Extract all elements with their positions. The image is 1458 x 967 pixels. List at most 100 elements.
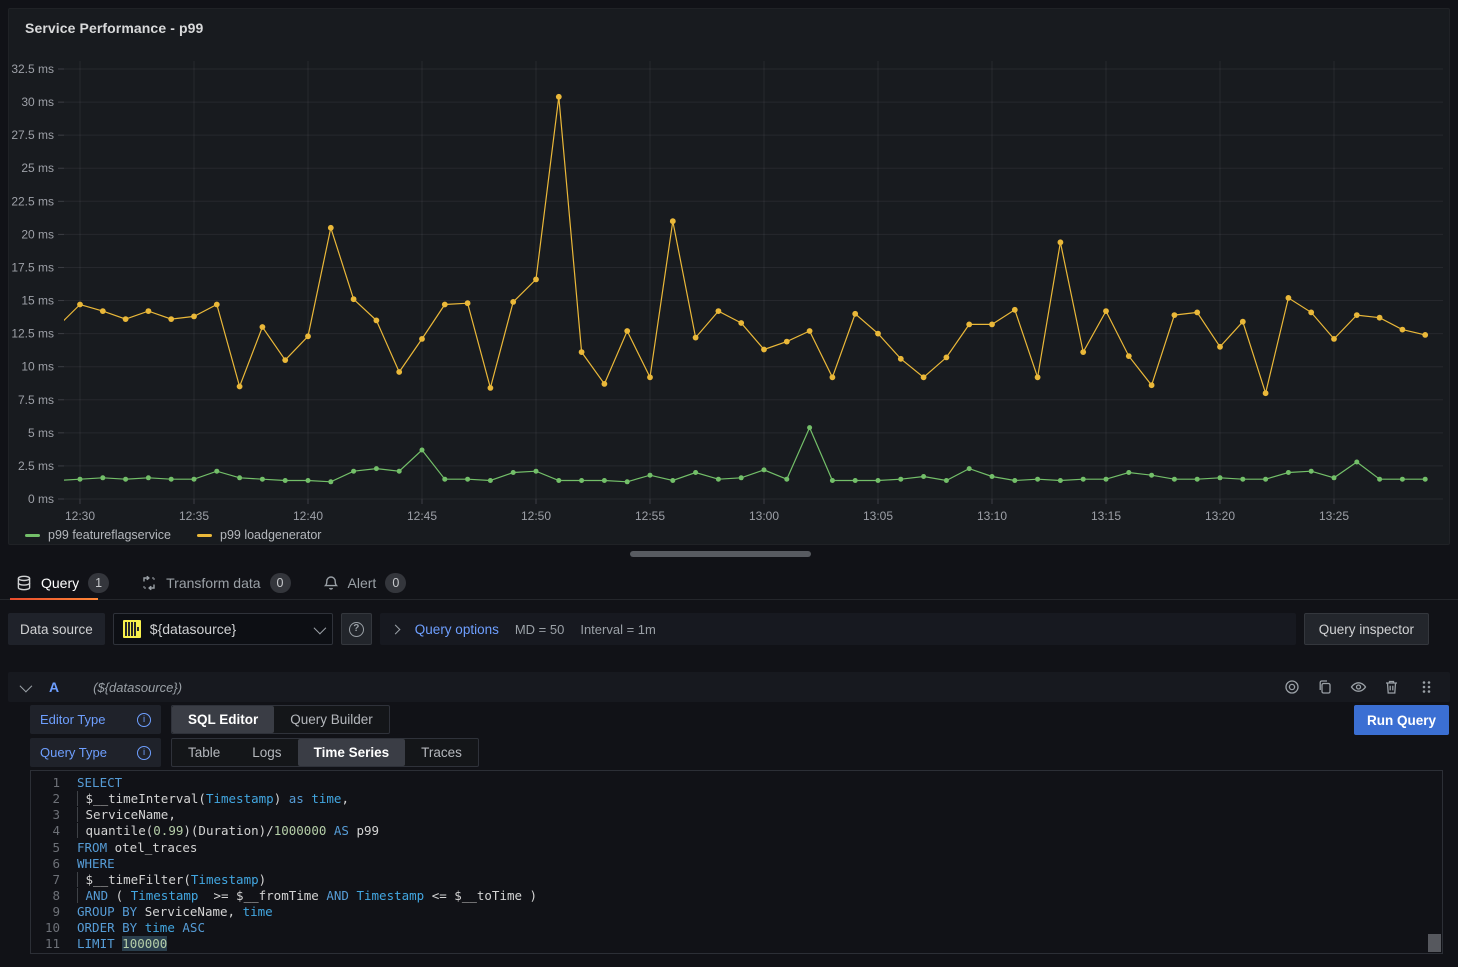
tab-alert-count: 0 xyxy=(385,573,406,593)
line-number: 2 xyxy=(31,791,77,807)
svg-text:32.5 ms: 32.5 ms xyxy=(11,62,54,76)
editor-type-row: Editor Type i SQL Editor Query Builder xyxy=(30,705,390,734)
svg-text:15 ms: 15 ms xyxy=(21,294,54,308)
svg-text:13:10: 13:10 xyxy=(977,509,1007,523)
code-line: 11LIMIT 100000 xyxy=(31,936,1442,952)
query-type-table[interactable]: Table xyxy=(172,739,236,766)
line-number: 1 xyxy=(31,775,77,791)
legend-item[interactable]: p99 loadgenerator xyxy=(197,528,321,542)
svg-text:20 ms: 20 ms xyxy=(21,227,54,241)
question-circle-icon: ? xyxy=(349,622,364,637)
line-number: 7 xyxy=(31,872,77,888)
line-number: 6 xyxy=(31,856,77,872)
svg-text:13:20: 13:20 xyxy=(1205,509,1235,523)
hide-response-eye-icon[interactable] xyxy=(1350,679,1367,695)
editor-type-sql-editor[interactable]: SQL Editor xyxy=(172,706,274,733)
editor-scrollbar[interactable] xyxy=(1428,934,1441,952)
query-type-label: Query Type i xyxy=(30,738,161,767)
svg-text:13:25: 13:25 xyxy=(1319,509,1349,523)
svg-text:27.5 ms: 27.5 ms xyxy=(11,128,54,142)
query-toolbar: Data source ${datasource} ? Query option… xyxy=(0,613,1458,645)
svg-text:10 ms: 10 ms xyxy=(21,360,54,374)
svg-text:0 ms: 0 ms xyxy=(28,492,54,506)
sql-code-editor[interactable]: 1SELECT2 $__timeInterval(Timestamp) as t… xyxy=(30,770,1443,954)
tab-transform-data[interactable]: Transform data 0 xyxy=(141,566,290,600)
line-number: 9 xyxy=(31,904,77,920)
remove-query-trash-icon[interactable] xyxy=(1384,679,1399,695)
editor-type-query-builder[interactable]: Query Builder xyxy=(274,706,389,733)
timeseries-panel: Service Performance - p99 0 ms2.5 ms5 ms… xyxy=(8,8,1450,545)
query-datasource-hint: (${datasource}) xyxy=(93,680,182,695)
svg-text:12:45: 12:45 xyxy=(407,509,437,523)
svg-text:22.5 ms: 22.5 ms xyxy=(11,194,54,208)
editor-type-group: SQL Editor Query Builder xyxy=(171,705,390,734)
query-type-traces[interactable]: Traces xyxy=(405,739,478,766)
line-number: 10 xyxy=(31,920,77,936)
transform-icon xyxy=(141,575,157,591)
svg-text:12:50: 12:50 xyxy=(521,509,551,523)
datasource-help-button[interactable]: ? xyxy=(341,613,372,645)
svg-text:13:15: 13:15 xyxy=(1091,509,1121,523)
code-line: 10ORDER BY time ASC xyxy=(31,920,1442,936)
svg-text:17.5 ms: 17.5 ms xyxy=(11,260,54,274)
query-row-header[interactable]: A (${datasource}) xyxy=(8,672,1450,702)
tab-alert-label: Alert xyxy=(348,575,377,591)
chevron-down-icon xyxy=(313,621,326,634)
legend-item[interactable]: p99 featureflagservice xyxy=(25,528,171,542)
legend-swatch xyxy=(25,534,40,537)
code-line: 1SELECT xyxy=(31,775,1442,791)
svg-text:12:40: 12:40 xyxy=(293,509,323,523)
code-line: 9GROUP BY ServiceName, time xyxy=(31,904,1442,920)
info-icon[interactable]: i xyxy=(137,746,151,760)
bell-icon xyxy=(323,575,339,591)
code-line: 6WHERE xyxy=(31,856,1442,872)
line-number: 8 xyxy=(31,888,77,904)
datasource-label: Data source xyxy=(8,613,105,645)
datasource-picker[interactable]: ${datasource} xyxy=(113,613,333,645)
line-number: 4 xyxy=(31,823,77,839)
duplicate-query-icon[interactable] xyxy=(1317,679,1333,695)
timeseries-chart[interactable]: 0 ms2.5 ms5 ms7.5 ms10 ms12.5 ms15 ms17.… xyxy=(9,9,1449,544)
info-icon[interactable]: i xyxy=(137,713,151,727)
legend-label: p99 featureflagservice xyxy=(48,528,171,542)
drag-handle-icon[interactable] xyxy=(1420,679,1432,695)
horizontal-scrollbar[interactable] xyxy=(630,551,811,557)
tab-query[interactable]: Query 1 xyxy=(16,566,109,600)
code-line: 3 ServiceName, xyxy=(31,807,1442,823)
svg-text:12:30: 12:30 xyxy=(65,509,95,523)
query-options-toggle[interactable]: Query options MD = 50 Interval = 1m xyxy=(380,613,1296,645)
query-inspector-button[interactable]: Query inspector xyxy=(1304,613,1429,645)
run-query-button[interactable]: Run Query xyxy=(1354,705,1449,735)
collapse-chevron-icon[interactable] xyxy=(20,679,33,692)
panel-title: Service Performance - p99 xyxy=(25,20,203,36)
query-type-time-series[interactable]: Time Series xyxy=(298,739,406,766)
query-options-label: Query options xyxy=(415,622,499,637)
code-line: 2 $__timeInterval(Timestamp) as time, xyxy=(31,791,1442,807)
query-options-interval: Interval = 1m xyxy=(580,622,656,637)
panel-editor-tabs: Query 1 Transform data 0 Alert 0 xyxy=(0,566,1458,600)
database-icon xyxy=(16,575,32,591)
tab-alert[interactable]: Alert 0 xyxy=(323,566,407,600)
svg-text:7.5 ms: 7.5 ms xyxy=(18,393,54,407)
chevron-right-icon xyxy=(390,624,400,634)
svg-text:2.5 ms: 2.5 ms xyxy=(18,459,54,473)
line-number: 11 xyxy=(31,936,77,952)
tab-transform-label: Transform data xyxy=(166,575,260,591)
svg-text:12:55: 12:55 xyxy=(635,509,665,523)
line-number: 3 xyxy=(31,807,77,823)
query-ref-id: A xyxy=(49,679,59,695)
tab-transform-count: 0 xyxy=(270,573,291,593)
query-row-actions xyxy=(1284,679,1432,695)
disable-query-icon[interactable] xyxy=(1284,679,1300,695)
svg-text:13:05: 13:05 xyxy=(863,509,893,523)
line-number: 5 xyxy=(31,840,77,856)
tab-query-count: 1 xyxy=(88,573,109,593)
query-type-logs[interactable]: Logs xyxy=(236,739,297,766)
svg-text:12:35: 12:35 xyxy=(179,509,209,523)
svg-text:12.5 ms: 12.5 ms xyxy=(11,327,54,341)
query-options-md: MD = 50 xyxy=(515,622,565,637)
editor-type-label: Editor Type i xyxy=(30,705,161,734)
legend-swatch xyxy=(197,534,212,537)
legend-label: p99 loadgenerator xyxy=(220,528,321,542)
code-line: 5FROM otel_traces xyxy=(31,840,1442,856)
